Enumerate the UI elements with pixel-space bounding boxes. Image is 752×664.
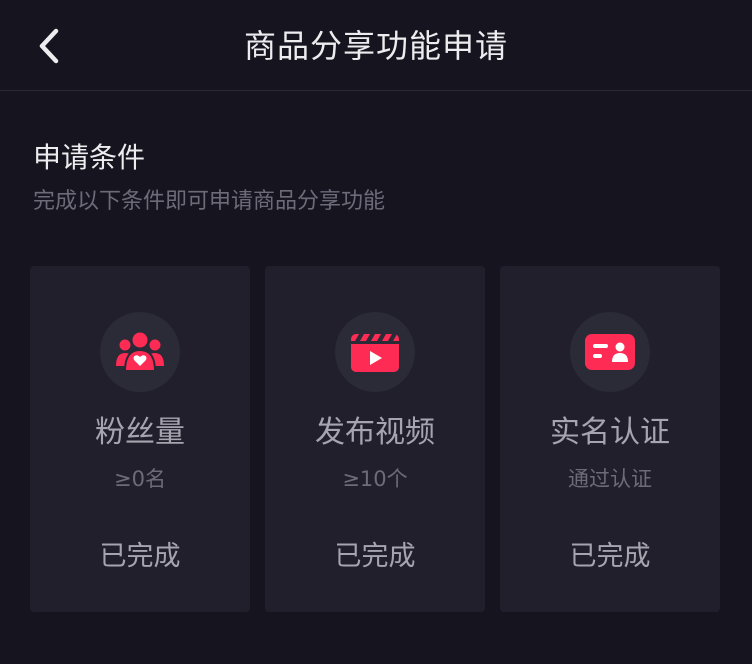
page-title: 商品分享功能申请 (243, 27, 508, 65)
condition-name: 发布视频 (315, 415, 435, 450)
icon-badge (335, 312, 415, 392)
section-subtitle: 完成以下条件即可申请商品分享功能 (33, 189, 386, 214)
condition-card-real-name[interactable]: 实名认证 通过认证 已完成 (500, 266, 720, 612)
conditions-list: 粉丝量 ≥0名 已完成 发布视频 ≥10个 已完成 实名认证 通过认证 已完成 (30, 266, 720, 612)
icon-badge (100, 312, 180, 392)
condition-name: 实名认证 (550, 415, 670, 450)
condition-requirement: ≥0名 (114, 467, 166, 491)
header-bar: 商品分享功能申请 (0, 0, 752, 91)
condition-card-videos[interactable]: 发布视频 ≥10个 已完成 (265, 266, 485, 612)
video-clapper-icon (351, 334, 399, 372)
condition-status: 已完成 (569, 541, 651, 572)
id-card-icon (585, 334, 635, 370)
fans-icon (116, 330, 164, 372)
condition-requirement: ≥10个 (342, 467, 408, 491)
condition-status: 已完成 (334, 541, 416, 572)
icon-badge (570, 312, 650, 392)
condition-status: 已完成 (99, 541, 181, 572)
condition-name: 粉丝量 (95, 415, 185, 450)
condition-requirement: 通过认证 (568, 467, 652, 491)
condition-card-fans[interactable]: 粉丝量 ≥0名 已完成 (30, 266, 250, 612)
page: 商品分享功能申请 申请条件 完成以下条件即可申请商品分享功能 粉丝量 ≥0名 已… (0, 0, 752, 664)
section-title: 申请条件 (33, 141, 146, 174)
